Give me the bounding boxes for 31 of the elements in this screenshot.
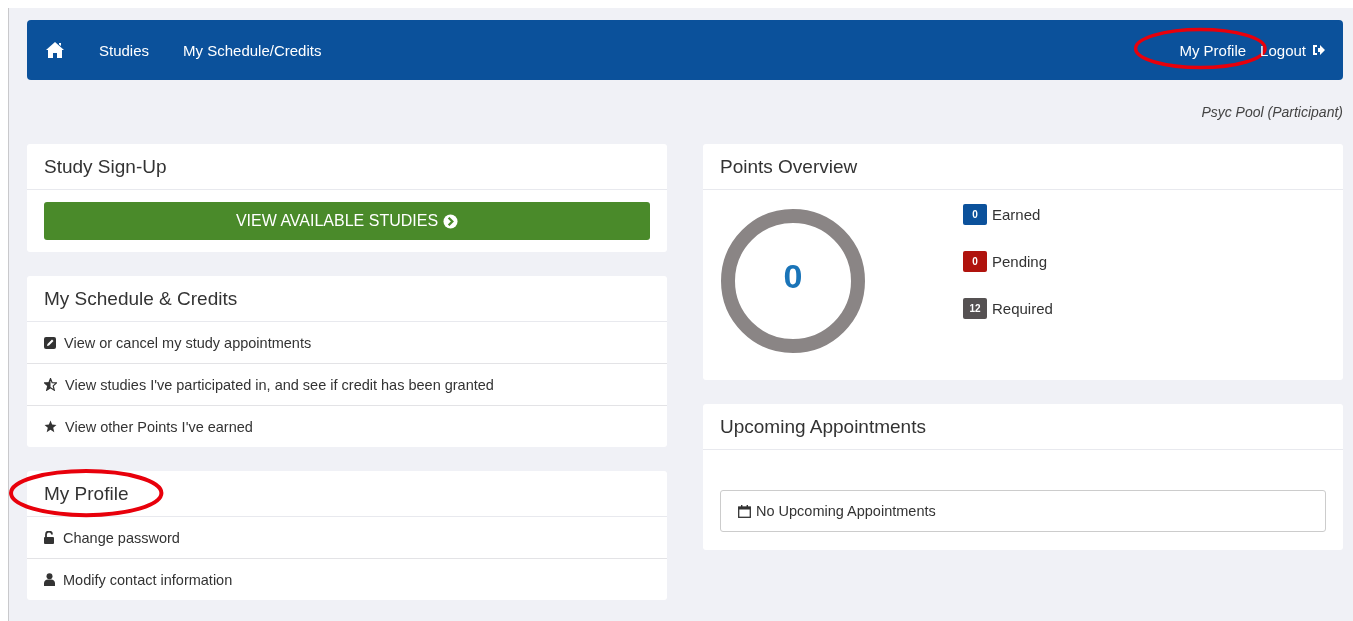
points-total: 0 [782, 256, 804, 296]
empty-message: No Upcoming Appointments [756, 503, 936, 519]
nav-link[interactable]: Studies [99, 41, 150, 59]
count-badge: 0 [963, 204, 987, 225]
edit-icon [44, 336, 56, 349]
count-badge: 12 [963, 298, 987, 319]
nav-link[interactable]: My Schedule/Credits [183, 41, 322, 59]
panel-title: My Schedule & Credits [44, 287, 238, 310]
view-studies-button[interactable]: VIEW AVAILABLE STUDIES [44, 202, 650, 240]
panel-link[interactable]: Modify contact information [63, 571, 233, 588]
arrow-circle-icon [443, 213, 459, 229]
panel-link[interactable]: View studies I've participated in, and see if credit has been granted [65, 376, 494, 393]
panel-link[interactable]: View other Points I've earned [65, 418, 253, 435]
logout-icon [1312, 44, 1325, 56]
user-icon [44, 573, 55, 586]
calendar-icon [738, 504, 751, 518]
panel-link[interactable]: Change password [63, 529, 180, 546]
panel-link[interactable]: View or cancel my study appointments [64, 334, 312, 351]
count-badge: 0 [963, 251, 987, 272]
legend-label: Required [992, 300, 1053, 317]
half-star-icon [44, 378, 57, 391]
role-label: Psyc Pool (Participant) [1200, 104, 1343, 120]
legend-label: Earned [992, 206, 1041, 223]
panel-title: My Profile [44, 482, 129, 505]
legend-label: Pending [992, 253, 1048, 270]
panel-title: Upcoming Appointments [720, 415, 926, 438]
panel-title: Points Overview [720, 155, 858, 178]
panel-title: Study Sign-Up [44, 155, 167, 178]
star-icon [44, 420, 57, 433]
unlock-icon [44, 531, 55, 544]
home-icon[interactable] [45, 41, 65, 59]
